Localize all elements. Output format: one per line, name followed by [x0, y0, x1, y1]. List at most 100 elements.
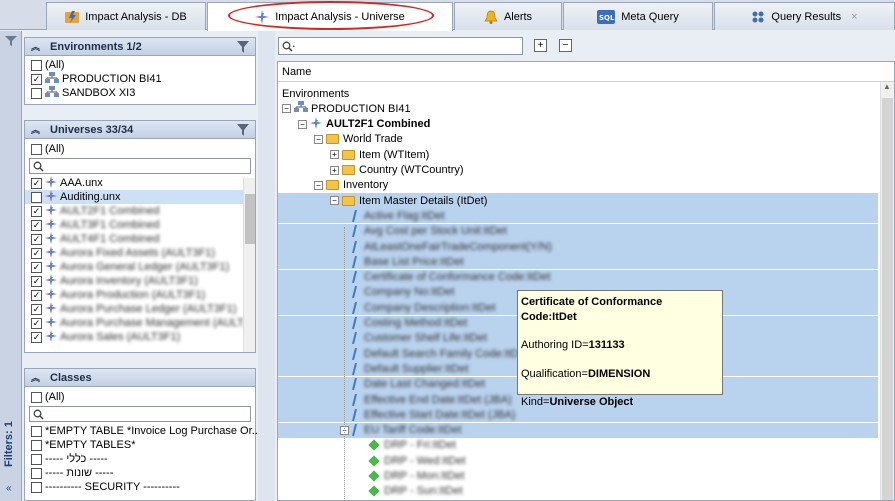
- expand-all-button[interactable]: +: [534, 39, 547, 52]
- universe-list-item[interactable]: ✓ Aurora Purchase Ledger (AULT3F1): [25, 301, 255, 316]
- expand-icon[interactable]: +: [330, 165, 339, 175]
- universe-list-item[interactable]: ✓ AAA.unx: [25, 176, 255, 190]
- universe-list-item[interactable]: ✓ AULT2F1 Combined: [25, 203, 255, 218]
- panel-splitter[interactable]: [258, 31, 275, 501]
- collapse-icon[interactable]: ︽: [31, 40, 40, 53]
- name-column-header[interactable]: Name: [278, 62, 894, 82]
- collapse-node-icon[interactable]: −: [330, 196, 339, 206]
- tree-row[interactable]: Certificate of Conformance Code:ItDet: [278, 269, 878, 285]
- checkbox[interactable]: [31, 87, 42, 99]
- tree-row[interactable]: DRP - Wed:ItDet: [278, 453, 878, 468]
- tree-row[interactable]: − AULT2F1 Combined: [278, 116, 878, 132]
- tree-row[interactable]: Effective Start Date:ItDet (JBA): [278, 407, 878, 423]
- filter-icon[interactable]: [5, 35, 17, 50]
- checkbox-checked[interactable]: ✓: [31, 205, 42, 217]
- class-list-item[interactable]: *EMPTY TABLES*: [25, 438, 255, 452]
- checkbox-checked[interactable]: ✓: [31, 289, 42, 301]
- universe-list-item[interactable]: ✓ AULT3F1 Combined: [25, 217, 255, 232]
- tree-row[interactable]: − PRODUCTION BI41: [278, 101, 878, 116]
- tree-node-label: AtLeastOneFairTradeComponent(Y/N): [364, 240, 552, 253]
- universe-list-item[interactable]: ✓ Aurora Sales (AULT3F1): [25, 329, 255, 344]
- scroll-up-icon[interactable]: ▲: [883, 82, 891, 91]
- tree-row[interactable]: AtLeastOneFairTradeComponent(Y/N): [278, 239, 878, 254]
- env-row-sandbox[interactable]: SANDBOX XI3: [25, 85, 255, 100]
- universe-list-item[interactable]: ✓ Aurora Inventory (AULT3F1): [25, 273, 255, 288]
- scroll-thumb[interactable]: [245, 194, 255, 244]
- checkbox[interactable]: [31, 391, 42, 403]
- tree-row[interactable]: + Item (WTItem): [278, 147, 878, 162]
- scroll-thumb[interactable]: [882, 98, 893, 500]
- close-icon[interactable]: ×: [851, 11, 857, 23]
- class-list-item[interactable]: ----- שונות -----: [25, 466, 255, 480]
- tab-alerts[interactable]: Alerts: [454, 2, 562, 30]
- universe-list-item[interactable]: ✓ Aurora Purchase Management (AULT...: [25, 315, 255, 330]
- checkbox[interactable]: [31, 191, 42, 203]
- collapse-node-icon[interactable]: −: [314, 134, 323, 144]
- collapse-icon[interactable]: ︽: [31, 371, 40, 384]
- checkbox[interactable]: [31, 481, 42, 493]
- collapse-icon[interactable]: ︽: [31, 123, 40, 136]
- checkbox[interactable]: [31, 59, 42, 71]
- checkbox-checked[interactable]: ✓: [31, 303, 42, 315]
- tab-impact-analysis-universe[interactable]: Impact Analysis - Universe: [207, 2, 453, 31]
- class-row-all[interactable]: (All): [25, 390, 255, 404]
- universe-list-item[interactable]: ✓ Aurora Fixed Assets (AULT3F1): [25, 245, 255, 260]
- checkbox-checked[interactable]: ✓: [31, 73, 42, 85]
- filter-funnel-icon[interactable]: [237, 41, 249, 53]
- tree-scrollbar[interactable]: ▲: [880, 82, 894, 500]
- tree-row[interactable]: − Item Master Details (ItDet): [278, 193, 878, 209]
- tree-row[interactable]: − World Trade: [278, 132, 878, 147]
- collapse-node-icon[interactable]: −: [282, 104, 291, 114]
- filters-label[interactable]: Filters: 1: [3, 421, 15, 467]
- checkbox-checked[interactable]: ✓: [31, 233, 42, 245]
- checkbox-checked[interactable]: ✓: [31, 261, 42, 273]
- class-list-item[interactable]: ----- כללי -----: [25, 452, 255, 466]
- checkbox-checked[interactable]: ✓: [31, 331, 42, 343]
- checkbox-checked[interactable]: ✓: [31, 275, 42, 287]
- env-row-production[interactable]: ✓ PRODUCTION BI41: [25, 71, 255, 86]
- env-row-all[interactable]: (All): [25, 58, 255, 72]
- universe-list-item[interactable]: Auditing.unx: [25, 189, 255, 204]
- classes-header[interactable]: ︽ Classes: [25, 369, 255, 387]
- checkbox[interactable]: [31, 467, 42, 479]
- universe-row-all[interactable]: (All): [25, 142, 255, 156]
- universes-header[interactable]: ︽ Universes 33/34: [25, 121, 255, 139]
- universe-list-item[interactable]: ✓ AULT4F1 Combined: [25, 231, 255, 246]
- tree-row[interactable]: Active Flag:ItDet: [278, 208, 878, 224]
- class-list-item[interactable]: ---------- SECURITY ----------: [25, 480, 255, 494]
- universe-scrollbar[interactable]: [243, 178, 255, 352]
- universe-search-input[interactable]: [29, 158, 251, 174]
- tree-search-input[interactable]: [278, 37, 523, 55]
- checkbox-checked[interactable]: ✓: [31, 219, 42, 231]
- tree-row[interactable]: − EU Tariff Code:ItDet: [278, 422, 878, 438]
- environments-header[interactable]: ︽ Environments 1/2: [25, 38, 255, 56]
- checkbox-checked[interactable]: ✓: [31, 317, 42, 329]
- collapse-node-icon[interactable]: −: [298, 119, 307, 129]
- expand-icon[interactable]: +: [330, 150, 339, 160]
- collapse-node-icon[interactable]: −: [314, 180, 323, 190]
- tab-query-results[interactable]: Query Results ×: [714, 2, 895, 30]
- tree-row[interactable]: DRP - Sun:ItDet: [278, 484, 878, 499]
- checkbox[interactable]: [31, 453, 42, 465]
- class-search-input[interactable]: [29, 406, 251, 422]
- tree-row[interactable]: DRP - Mon:ItDet: [278, 469, 878, 484]
- class-list-item[interactable]: *EMPTY TABLE *Invoice Log Purchase Or...: [25, 424, 261, 438]
- tree-row[interactable]: − Inventory: [278, 178, 878, 193]
- collapse-all-button[interactable]: −: [559, 39, 572, 52]
- tree-row[interactable]: + Country (WTCountry): [278, 163, 878, 178]
- checkbox[interactable]: [31, 143, 42, 155]
- checkbox-checked[interactable]: ✓: [31, 247, 42, 259]
- checkbox[interactable]: [31, 425, 42, 437]
- universe-list-item[interactable]: ✓ Aurora General Ledger (AULT3F1): [25, 259, 255, 274]
- tree-row[interactable]: DRP - Fri:ItDet: [278, 438, 878, 453]
- checkbox-checked[interactable]: ✓: [31, 177, 42, 189]
- tab-impact-analysis-db[interactable]: Impact Analysis - DB: [46, 2, 206, 30]
- tree-row[interactable]: Avg Cost per Stock Unit:ItDet: [278, 223, 878, 239]
- filter-funnel-icon[interactable]: [237, 124, 249, 136]
- checkbox[interactable]: [31, 439, 42, 451]
- collapse-left-icon[interactable]: «: [6, 483, 12, 494]
- universe-list-item[interactable]: ✓ Aurora Production (AULT3F1): [25, 287, 255, 302]
- tab-meta-query[interactable]: SQL Meta Query: [563, 2, 713, 30]
- tree-row[interactable]: Base List Price:ItDet: [278, 254, 878, 270]
- tree-row[interactable]: Environments: [278, 86, 878, 101]
